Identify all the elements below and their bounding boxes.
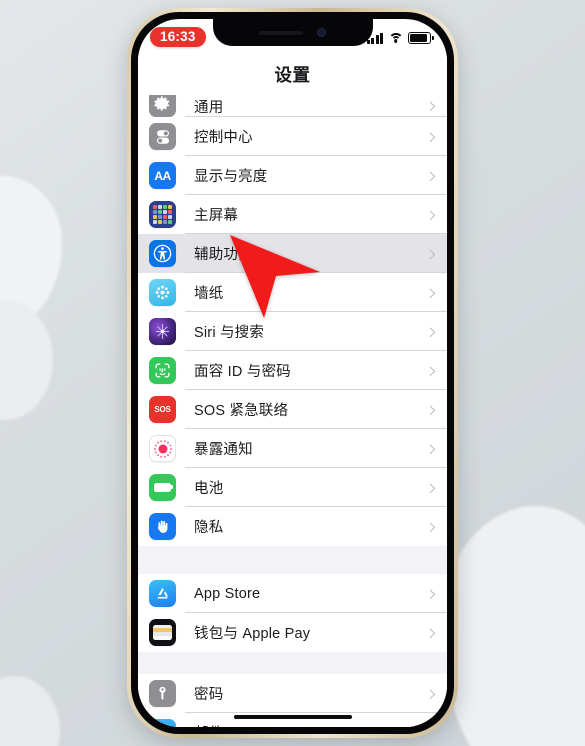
cellular-bars-icon xyxy=(366,32,383,44)
chevron-right-icon xyxy=(425,588,435,599)
settings-list[interactable]: 通用 控制中心 AA 显示与亮度 主屏幕 辅助功能 墙纸 Siri 与搜索 面容… xyxy=(138,95,447,727)
chevron-right-icon xyxy=(425,170,435,181)
chevron-right-icon xyxy=(425,443,435,454)
wifi-icon xyxy=(388,32,403,44)
settings-row-exposure-notifications[interactable]: 暴露通知 xyxy=(138,429,447,468)
settings-row-general[interactable]: 通用 xyxy=(138,95,447,117)
settings-section-accounts: 密码 邮件 xyxy=(138,674,447,727)
settings-row-label: App Store xyxy=(194,585,261,602)
iphone-device: 16:33 设置 通用 控制中心 AA 显示与亮度 主屏幕 辅助功能 墙纸 Si… xyxy=(127,8,458,738)
passwords-key-icon xyxy=(149,680,176,707)
settings-row-label: SOS 紧急联络 xyxy=(194,403,289,419)
chevron-right-icon xyxy=(425,404,435,415)
app-grid-glyph xyxy=(153,205,172,224)
device-screen: 16:33 设置 通用 控制中心 AA 显示与亮度 主屏幕 辅助功能 墙纸 Si… xyxy=(138,19,447,727)
page-title: 设置 xyxy=(274,64,311,85)
settings-row-display-brightness[interactable]: AA 显示与亮度 xyxy=(138,156,447,195)
settings-row-privacy[interactable]: 隐私 xyxy=(138,507,447,546)
chevron-right-icon xyxy=(425,521,435,532)
settings-row-label: 电池 xyxy=(194,481,224,497)
app-store-icon xyxy=(149,580,176,607)
exposure-notification-icon xyxy=(149,435,176,462)
settings-row-label: 控制中心 xyxy=(194,130,253,146)
chevron-right-icon xyxy=(425,627,435,638)
settings-row-label: 通用 xyxy=(194,100,224,116)
gear-icon xyxy=(149,95,176,117)
privacy-hand-icon xyxy=(149,513,176,540)
settings-row-label: 暴露通知 xyxy=(194,442,253,458)
settings-section-store: App Store 钱包与 Apple Pay xyxy=(138,574,447,652)
control-center-icon xyxy=(149,123,176,150)
background-object-left-bottom xyxy=(0,676,60,746)
section-gap xyxy=(138,652,447,674)
wallet-cards-glyph xyxy=(153,625,172,640)
home-screen-icon xyxy=(149,201,176,228)
siri-icon xyxy=(149,318,176,345)
settings-row-wallet-apple-pay[interactable]: 钱包与 Apple Pay xyxy=(138,613,447,652)
settings-row-label: 显示与亮度 xyxy=(194,169,268,185)
settings-row-control-center[interactable]: 控制中心 xyxy=(138,117,447,156)
wallet-icon xyxy=(149,619,176,646)
home-indicator[interactable] xyxy=(233,714,352,719)
exposure-glyph xyxy=(153,439,172,458)
accessibility-icon xyxy=(149,240,176,267)
settings-row-battery[interactable]: 电池 xyxy=(138,468,447,507)
sos-icon: SOS xyxy=(149,396,176,423)
face-id-icon xyxy=(149,357,176,384)
settings-row-label: Siri 与搜索 xyxy=(194,325,265,341)
settings-row-label: 邮件 xyxy=(194,722,223,727)
navigation-bar: 设置 xyxy=(138,53,447,95)
settings-row-home-screen[interactable]: 主屏幕 xyxy=(138,195,447,234)
status-indicators xyxy=(366,32,434,44)
settings-row-passwords[interactable]: 密码 xyxy=(138,674,447,713)
chevron-right-icon xyxy=(425,365,435,376)
chevron-right-icon xyxy=(425,209,435,220)
display-brightness-icon: AA xyxy=(149,162,176,189)
chevron-right-icon xyxy=(425,287,435,298)
device-bezel: 16:33 设置 通用 控制中心 AA 显示与亮度 主屏幕 辅助功能 墙纸 Si… xyxy=(131,12,454,734)
chevron-right-icon xyxy=(425,482,435,493)
battery-icon xyxy=(408,32,434,44)
settings-row-emergency-sos[interactable]: SOS SOS 紧急联络 xyxy=(138,390,447,429)
sos-glyph: SOS xyxy=(154,405,171,414)
settings-row-label: 面容 ID 与密码 xyxy=(194,364,291,380)
red-arrow-pointer xyxy=(230,235,320,318)
aa-glyph: AA xyxy=(154,168,171,183)
settings-row-face-id-passcode[interactable]: 面容 ID 与密码 xyxy=(138,351,447,390)
chevron-right-icon xyxy=(425,248,435,259)
background-object-right-bottom xyxy=(441,506,585,746)
section-gap xyxy=(138,546,447,574)
battery-settings-icon xyxy=(149,474,176,501)
status-time-recording-pill: 16:33 xyxy=(150,26,206,48)
settings-row-label: 主屏幕 xyxy=(194,208,239,224)
settings-row-label: 密码 xyxy=(194,687,224,703)
chevron-right-icon xyxy=(425,326,435,337)
mail-icon xyxy=(149,719,176,727)
chevron-right-icon xyxy=(425,101,435,111)
status-bar: 16:33 xyxy=(138,19,447,53)
settings-row-label: 隐私 xyxy=(194,520,224,536)
settings-row-label: 墙纸 xyxy=(194,286,224,302)
battery-glyph xyxy=(154,482,174,493)
wallpaper-icon xyxy=(149,279,176,306)
chevron-right-icon xyxy=(425,131,435,142)
settings-row-label: 钱包与 Apple Pay xyxy=(194,626,311,642)
settings-row-app-store[interactable]: App Store xyxy=(138,574,447,613)
background-object-left-mid xyxy=(0,300,53,420)
chevron-right-icon xyxy=(425,688,435,699)
